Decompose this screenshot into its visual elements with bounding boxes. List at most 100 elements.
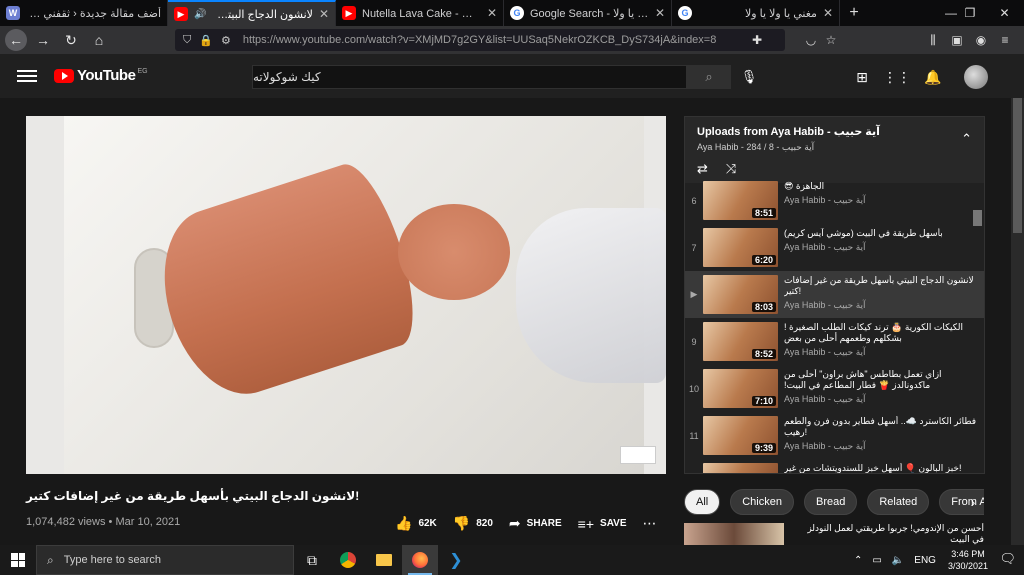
clock[interactable]: 3:46 PM 3/30/2021 [948, 548, 988, 572]
chip-related[interactable]: Related [867, 489, 930, 515]
playlist-thumbnail[interactable]: 7:10 [703, 369, 778, 408]
loop-icon[interactable]: ⇄ [697, 161, 708, 177]
playlist-item[interactable]: 7 6:20 بأسهل طريقة في البيت (موشي آيس كر… [685, 224, 984, 271]
task-view-icon[interactable]: ⧉ [294, 545, 330, 575]
chip-chicken[interactable]: Chicken [730, 489, 794, 515]
playlist-item[interactable]: !خبز البالون 🎈 أسهل خبز للسندويتشات من غ… [685, 459, 984, 473]
playlist-thumbnail[interactable]: 9:39 [703, 416, 778, 455]
avatar[interactable] [964, 65, 988, 89]
menu-icon[interactable]: ≡ [994, 28, 1016, 52]
playlist-thumbnail[interactable]: 6:20 [703, 228, 778, 267]
chevron-right-icon[interactable]: › [962, 491, 984, 513]
playlist-item[interactable]: 9 8:52 الكيكات الكورية 🎂 ترند كيكات الطل… [685, 318, 984, 365]
restore-icon[interactable]: ❐ [950, 0, 990, 26]
notifications-bell-icon[interactable]: 🔔 [922, 66, 944, 88]
playlist-thumbnail[interactable]: 8:52 [703, 322, 778, 361]
close-window-icon[interactable]: ✕ [985, 0, 1024, 26]
forward-arrow-icon[interactable]: → [31, 28, 55, 52]
browser-tab-3[interactable]: ▶ Nutella Lava Cake - لافا كيك ✕ [336, 0, 504, 26]
chevron-up-icon[interactable]: ⌃ [854, 555, 862, 566]
playlist-item-title: بأسهل طريقة في البيت (موشي آيس كريم) [784, 228, 943, 238]
speaker-icon[interactable]: 🔊 [194, 9, 206, 20]
playlist-item-title: الكيكات الكورية 🎂 ترند كيكات الطلب الصغي… [784, 322, 963, 343]
playlist-item-current[interactable]: ▶ 8:03 لانشون الدجاج البيتي بأسهل طريقة … [685, 271, 984, 318]
reload-icon[interactable]: ↻ [59, 28, 83, 52]
google-icon: G [510, 6, 524, 20]
start-button[interactable] [0, 545, 36, 575]
notifications-icon[interactable]: 🗨 [999, 551, 1016, 567]
chrome-icon[interactable] [330, 545, 366, 575]
browser-tab-1[interactable]: W أضف مقالة جديدة ‹ ثقفني — ووردبريس [0, 0, 168, 26]
playlist-thumbnail[interactable]: 8:03 [703, 275, 778, 314]
taskbar-search[interactable]: ⌕ Type here to search [36, 545, 294, 575]
browser-tab-4[interactable]: G Google Search - يا ولا يا ولا ✕ [504, 0, 672, 26]
pocket-icon[interactable]: ◡ [800, 28, 822, 52]
close-icon[interactable]: ✕ [823, 6, 833, 20]
chip-all[interactable]: All [684, 489, 721, 515]
address-bar[interactable]: ⛉ 🔒 ⚙ https://www.youtube.com/watch?v=XM… [175, 29, 785, 51]
playlist-item[interactable]: 6 8:51 الجاهزة 😎 Aya Habib - آية حبيب [685, 177, 984, 224]
hamburger-menu-icon[interactable] [17, 67, 37, 85]
file-explorer-icon[interactable] [366, 545, 402, 575]
dislike-button[interactable]: 👎 820 [453, 515, 493, 532]
shuffle-icon[interactable]: ⤨ [726, 161, 736, 177]
network-icon[interactable]: ▭ [872, 555, 881, 566]
search-icon[interactable]: ⌕ [687, 65, 731, 89]
new-tab-button[interactable]: + [840, 0, 868, 26]
shield-icon[interactable]: ⛉ [183, 34, 191, 47]
recommended-video[interactable]: أحسن من الإندومي! جربوا طريقتي لعمل النو… [684, 523, 984, 545]
permissions-icon[interactable]: ⚙ [221, 34, 231, 47]
share-button[interactable]: ➦ SHARE [509, 515, 562, 532]
playlist-item-channel: Aya Habib - آية حبيب [784, 300, 866, 310]
duration-badge: 6:20 [751, 255, 776, 265]
playlist-item-index: 7 [691, 242, 697, 253]
tab-title: مغني يا ولا يا ولا [745, 7, 817, 20]
home-icon[interactable]: ⌂ [87, 28, 111, 52]
vscode-icon[interactable]: ❯ [438, 545, 474, 575]
bookmark-star-icon[interactable]: ☆ [820, 28, 842, 52]
video-title: !لانشون الدجاج البيتي بأسهل طريقة من غير… [26, 489, 360, 503]
close-icon[interactable]: ✕ [319, 7, 329, 21]
youtube-logo[interactable]: YouTube EG [54, 67, 148, 84]
extension-icon[interactable]: ✚ [746, 28, 768, 52]
playlist-thumbnail[interactable]: 8:51 [703, 181, 778, 220]
filter-chips: All Chicken Bread Related From Aya Habib [684, 489, 984, 515]
recommended-thumbnail[interactable] [684, 523, 784, 545]
back-arrow-icon[interactable]: ← [5, 29, 27, 51]
language-indicator[interactable]: ENG [914, 555, 936, 566]
google-icon: G [678, 6, 692, 20]
chip-bread[interactable]: Bread [803, 489, 858, 515]
microphone-icon[interactable]: 🎙 [739, 67, 759, 87]
share-arrow-icon: ➦ [508, 515, 521, 531]
video-player[interactable] [26, 116, 666, 474]
close-icon[interactable]: ✕ [655, 6, 665, 20]
browser-tab-2[interactable]: ▶ 🔊 لانشون الدجاج البيتي بأسهل ✕ [168, 0, 336, 26]
account-icon[interactable]: ◉ [970, 28, 992, 52]
search-input[interactable]: كيك شوكولاته [252, 65, 687, 89]
close-icon[interactable]: ✕ [487, 6, 497, 20]
create-video-icon[interactable]: ⊞ [851, 66, 873, 88]
firefox-icon[interactable] [402, 545, 438, 575]
channel-watermark[interactable] [620, 446, 656, 464]
browser-tab-5[interactable]: G مغني يا ولا يا ولا ✕ [672, 0, 840, 26]
playlist-item[interactable]: 10 7:10 ازاي تعمل بطاطس "هاش براون" أحلى… [685, 365, 984, 412]
more-actions-icon[interactable]: ⋯ [643, 515, 663, 532]
chevron-up-icon[interactable]: ⌃ [961, 131, 972, 147]
playlist-scrollbar[interactable] [973, 210, 982, 226]
volume-icon[interactable]: 🔈 [892, 555, 904, 566]
library-icon[interactable]: ⫼ [922, 28, 944, 52]
playlist-thumbnail[interactable] [703, 463, 778, 473]
playlist-title[interactable]: Uploads from Aya Habib - آية حبيب [697, 125, 972, 138]
youtube-icon: ▶ [174, 7, 188, 21]
playlist-item[interactable]: 11 9:39 فطائر الكاسترد ☁️.. أسهل فطاير ب… [685, 412, 984, 459]
save-button[interactable]: ≡+ SAVE [578, 516, 627, 532]
playlist-item-channel: Aya Habib - آية حبيب [784, 394, 866, 404]
lock-icon[interactable]: 🔒 [199, 34, 213, 47]
youtube-play-icon [54, 68, 74, 83]
apps-grid-icon[interactable]: ⋮⋮ [883, 66, 911, 88]
clock-time: 3:46 PM [951, 549, 985, 559]
page-scrollbar[interactable] [1011, 98, 1024, 545]
like-button[interactable]: 👍 62K [395, 515, 437, 532]
sidebar-icon[interactable]: ▣ [946, 28, 968, 52]
youtube-wordmark: YouTube [77, 67, 136, 84]
